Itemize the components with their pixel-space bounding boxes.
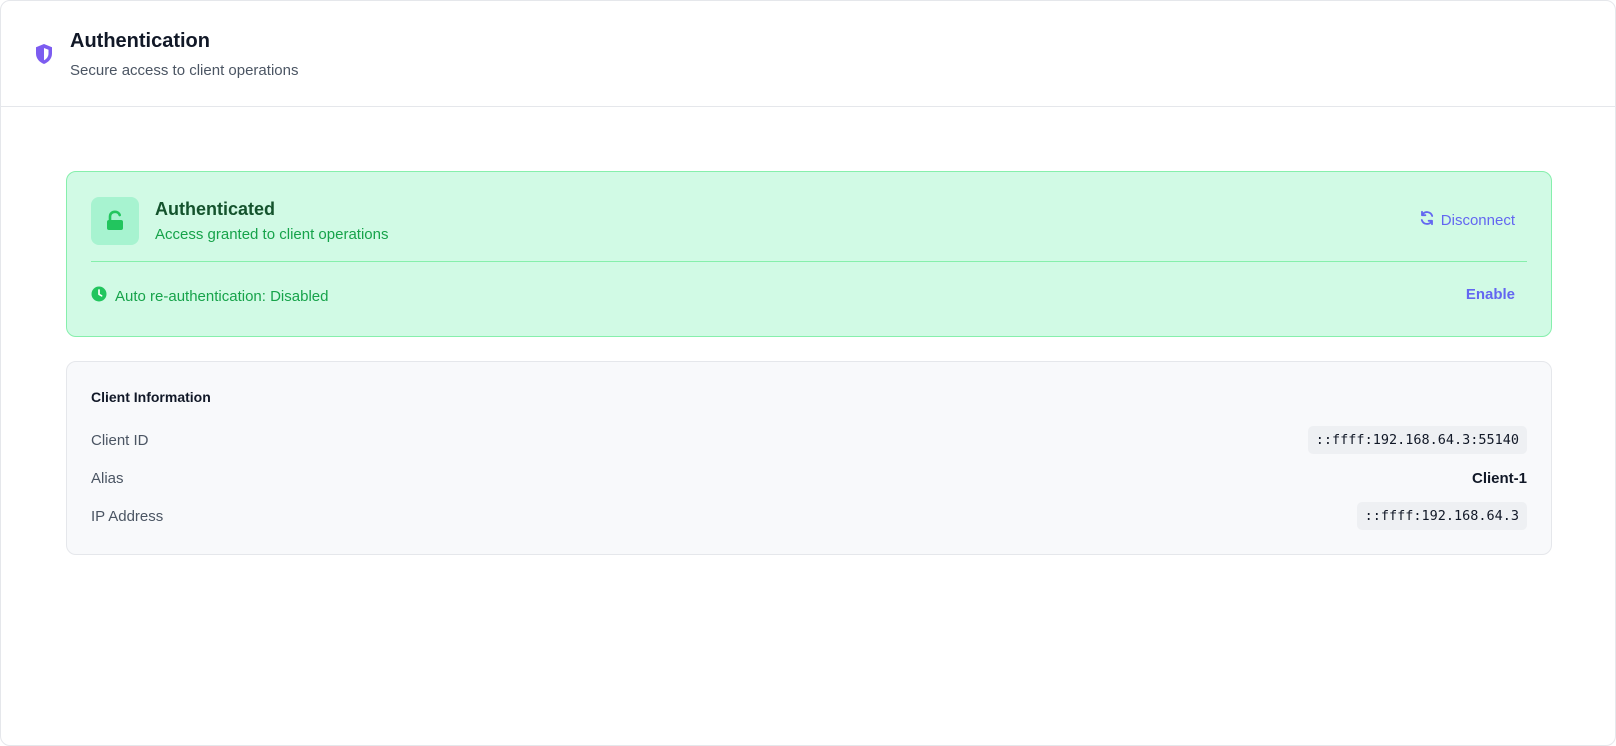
client-info-card: Client Information Client ID ::ffff:192.… (66, 361, 1552, 555)
ip-address-label: IP Address (91, 507, 164, 525)
ip-address-value: ::ffff:192.168.64.3 (1356, 502, 1527, 530)
refresh-icon (1419, 210, 1435, 230)
auto-reauth-status: Auto re-authentication: Disabled (91, 286, 328, 306)
page-title: Authentication (70, 30, 210, 52)
auth-status-title: Authenticated (155, 199, 276, 219)
shield-icon (34, 43, 54, 65)
enable-reauth-button[interactable]: Enable (1466, 286, 1515, 303)
client-id-label: Client ID (91, 431, 149, 449)
page-header: Authentication Secure access to client o… (1, 1, 1615, 107)
client-id-value: ::ffff:192.168.64.3:55140 (1307, 426, 1527, 454)
auth-status-card: Authenticated Access granted to client o… (66, 171, 1552, 337)
alias-label: Alias (91, 469, 124, 487)
page-subtitle: Secure access to client operations (70, 62, 299, 79)
alias-value: Client-1 (1471, 469, 1527, 487)
auth-status-subtitle: Access granted to client operations (155, 226, 389, 243)
alias-row: Alias Client-1 (91, 464, 1527, 492)
client-info-title: Client Information (91, 389, 211, 405)
disconnect-label: Disconnect (1440, 211, 1515, 229)
client-id-row: Client ID ::ffff:192.168.64.3:55140 (91, 426, 1527, 454)
auto-reauth-label: Auto re-authentication: Disabled (115, 287, 329, 305)
card-divider (91, 261, 1527, 262)
auth-panel: Authentication Secure access to client o… (0, 0, 1616, 746)
ip-address-row: IP Address ::ffff:192.168.64.3 (91, 502, 1527, 530)
disconnect-button[interactable]: Disconnect (1419, 210, 1515, 230)
clock-icon (91, 286, 107, 306)
unlock-icon (91, 197, 139, 245)
